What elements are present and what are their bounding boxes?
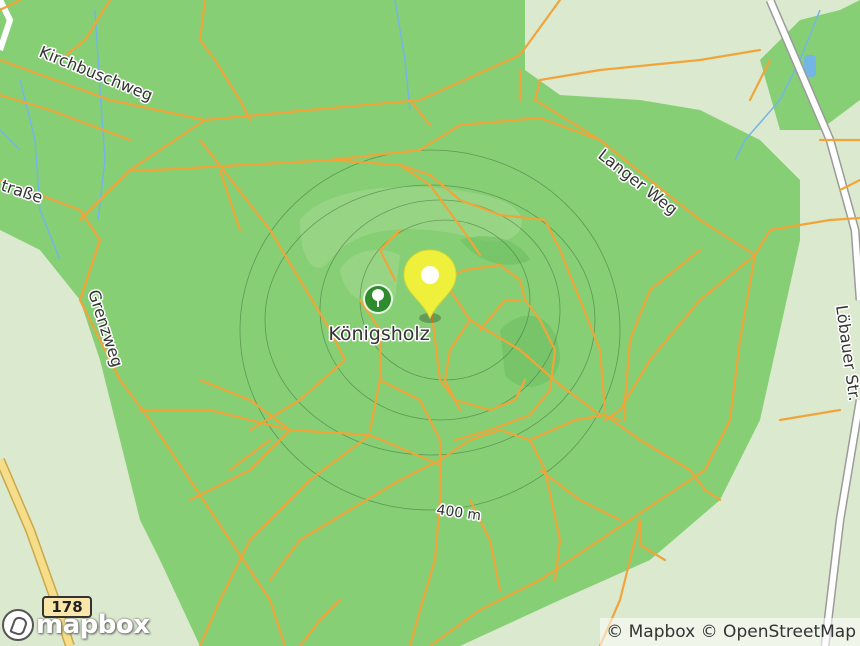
poi-label-koenigsholz[interactable]: Königsholz bbox=[327, 322, 431, 347]
map-canvas[interactable]: Königsholz Kirchbuschweg Langer Weg Gren… bbox=[0, 0, 860, 646]
attribution-osm-link[interactable]: © OpenStreetMap bbox=[701, 622, 856, 642]
map-viewport[interactable]: Königsholz Kirchbuschweg Langer Weg Gren… bbox=[0, 0, 860, 646]
tree-icon[interactable] bbox=[363, 284, 393, 314]
mapbox-logo[interactable]: mapbox bbox=[2, 608, 150, 642]
mapbox-logo-text: mapbox bbox=[36, 610, 150, 640]
attribution-mapbox-link[interactable]: © Mapbox bbox=[606, 622, 695, 642]
attribution-bar: © Mapbox © OpenStreetMap bbox=[600, 618, 860, 646]
mapbox-logo-icon bbox=[2, 609, 34, 641]
